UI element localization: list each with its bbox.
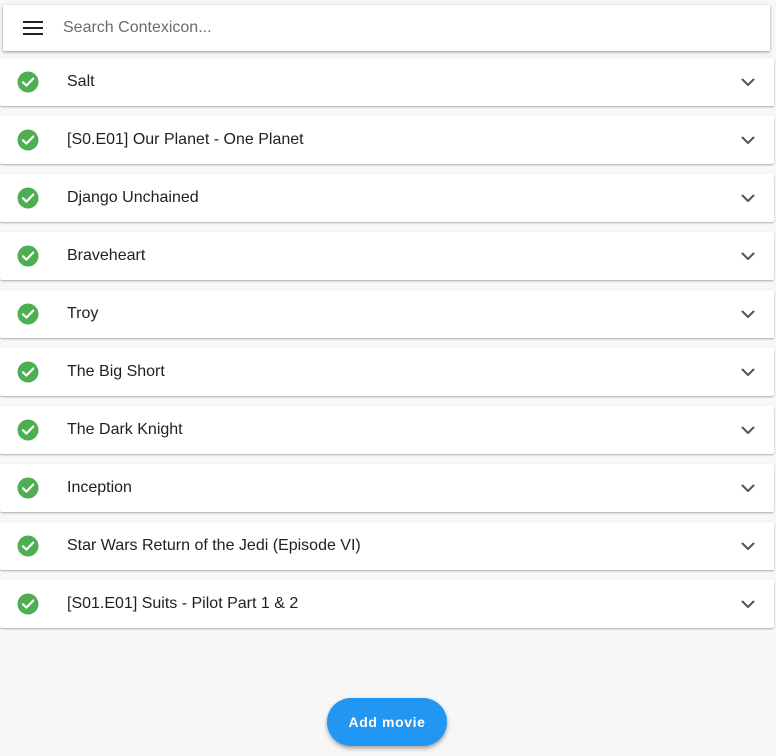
check-circle-icon: [17, 71, 39, 93]
chevron-down-icon[interactable]: [738, 362, 758, 382]
movie-title: The Dark Knight: [67, 421, 183, 438]
movie-title: Troy: [67, 305, 99, 322]
movie-item[interactable]: [S01.E01] Suits - Pilot Part 1 & 2: [0, 580, 774, 628]
chevron-down-icon[interactable]: [738, 478, 758, 498]
chevron-down-icon[interactable]: [738, 536, 758, 556]
movie-title: Star Wars Return of the Jedi (Episode VI…: [67, 537, 361, 554]
chevron-down-icon[interactable]: [738, 594, 758, 614]
menu-button[interactable]: [3, 5, 63, 51]
check-circle-icon: [17, 593, 39, 615]
movie-item[interactable]: Braveheart: [0, 232, 774, 280]
movie-item[interactable]: Star Wars Return of the Jedi (Episode VI…: [0, 522, 774, 570]
check-circle-icon: [17, 535, 39, 557]
movie-title: Inception: [67, 479, 132, 496]
movie-title: Django Unchained: [67, 189, 199, 206]
chevron-down-icon[interactable]: [738, 130, 758, 150]
chevron-down-icon[interactable]: [738, 420, 758, 440]
search-bar: [3, 5, 770, 51]
chevron-down-icon[interactable]: [738, 304, 758, 324]
movie-item[interactable]: Troy: [0, 290, 774, 338]
movie-title: Braveheart: [67, 247, 146, 264]
chevron-down-icon[interactable]: [738, 72, 758, 92]
chevron-down-icon[interactable]: [738, 188, 758, 208]
check-circle-icon: [17, 187, 39, 209]
movie-item[interactable]: The Big Short: [0, 348, 774, 396]
movie-title: [S0.E01] Our Planet - One Planet: [67, 131, 304, 148]
movie-title: [S01.E01] Suits - Pilot Part 1 & 2: [67, 595, 299, 612]
hamburger-menu-icon: [23, 21, 43, 35]
movie-item[interactable]: Salt: [0, 58, 774, 106]
check-circle-icon: [17, 361, 39, 383]
movie-item[interactable]: [S0.E01] Our Planet - One Planet: [0, 116, 774, 164]
movie-title: The Big Short: [67, 363, 165, 380]
movie-item[interactable]: Django Unchained: [0, 174, 774, 222]
check-circle-icon: [17, 129, 39, 151]
check-circle-icon: [17, 419, 39, 441]
check-circle-icon: [17, 477, 39, 499]
movie-item[interactable]: Inception: [0, 464, 774, 512]
check-circle-icon: [17, 303, 39, 325]
check-circle-icon: [17, 245, 39, 267]
search-input[interactable]: [63, 8, 770, 48]
add-movie-button[interactable]: Add movie: [327, 698, 447, 746]
chevron-down-icon[interactable]: [738, 246, 758, 266]
movie-title: Salt: [67, 73, 95, 90]
movie-item[interactable]: The Dark Knight: [0, 406, 774, 454]
movie-list: Salt [S0.E01] Our Planet - One Planet Dj…: [0, 58, 774, 638]
